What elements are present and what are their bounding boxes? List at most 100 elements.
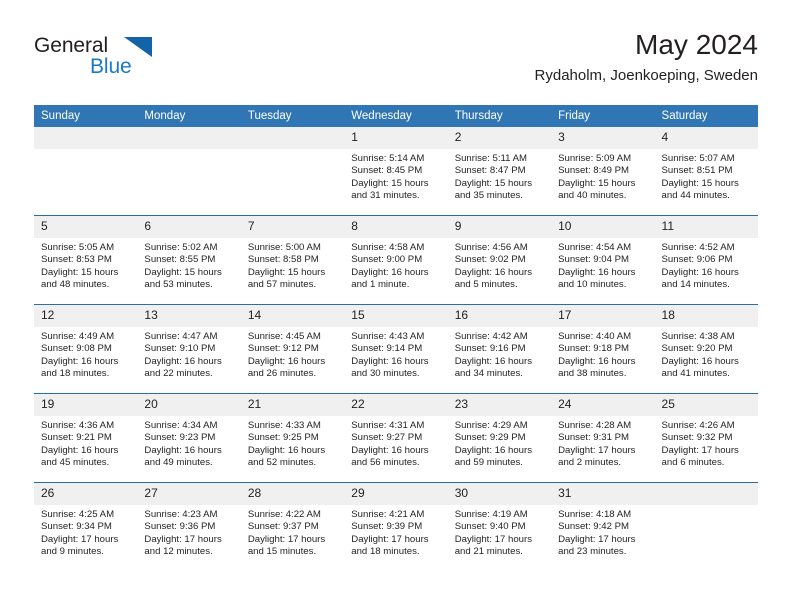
day-cell[interactable]: 3 Sunrise: 5:09 AM Sunset: 8:49 PM Daylight…: [551, 127, 655, 216]
sunset-text: Sunset: 9:27 PM: [351, 432, 423, 444]
brand-logo[interactable]: General Blue: [34, 34, 164, 90]
day-number: 25: [654, 394, 758, 416]
day-details: Sunrise: 5:02 AM Sunset: 8:55 PM Daylight:…: [137, 238, 240, 292]
day-number: 31: [551, 483, 655, 505]
day-cell[interactable]: 29 Sunrise: 4:21 AM Sunset: 9:39 PM Dayligh…: [344, 482, 448, 571]
sunrise-text: Sunrise: 5:11 AM: [454, 153, 528, 164]
day-cell-empty: [240, 127, 345, 216]
daylight-text: Daylight: 16 hours and 30 minutes.: [351, 355, 429, 380]
calendar-week-row: 12 Sunrise: 4:49 AM Sunset: 9:08 PM Dayligh…: [34, 304, 758, 394]
sunrise-text: Sunrise: 4:33 AM: [247, 420, 321, 431]
daylight-text: Daylight: 16 hours and 10 minutes.: [558, 266, 636, 291]
day-cell[interactable]: 30 Sunrise: 4:19 AM Sunset: 9:40 PM Dayligh…: [447, 482, 552, 571]
day-cell[interactable]: 4 Sunrise: 5:07 AM Sunset: 8:51 PM Daylight…: [654, 127, 758, 216]
sunset-text: Sunset: 8:45 PM: [351, 165, 423, 177]
day-cell-inner: 31 Sunrise: 4:18 AM Sunset: 9:42 PM Dayligh…: [551, 483, 655, 571]
sunset-text: Sunset: 9:25 PM: [247, 432, 319, 444]
daylight-text: Daylight: 16 hours and 22 minutes.: [144, 355, 222, 380]
day-details: Sunrise: 5:05 AM Sunset: 8:53 PM Daylight:…: [34, 238, 137, 292]
sunrise-text: Sunrise: 4:23 AM: [144, 509, 218, 520]
day-cell[interactable]: 19 Sunrise: 4:36 AM Sunset: 9:21 PM Dayligh…: [34, 393, 138, 483]
day-number: 27: [137, 483, 241, 505]
day-cell[interactable]: 25 Sunrise: 4:26 AM Sunset: 9:32 PM Dayligh…: [654, 393, 758, 483]
sunset-text: Sunset: 9:20 PM: [661, 343, 733, 355]
day-cell[interactable]: 5 Sunrise: 5:05 AM Sunset: 8:53 PM Daylight…: [34, 215, 138, 305]
sunrise-text: Sunrise: 5:07 AM: [661, 153, 735, 164]
page-header: General Blue May 2024 Rydaholm, Joenkoep…: [34, 28, 758, 98]
daylight-text: Daylight: 15 hours and 57 minutes.: [247, 266, 326, 291]
day-details: Sunrise: 4:34 AM Sunset: 9:23 PM Daylight:…: [137, 416, 240, 470]
day-cell[interactable]: 22 Sunrise: 4:31 AM Sunset: 9:27 PM Dayligh…: [344, 393, 448, 483]
day-cell-empty: [654, 482, 758, 571]
day-cell[interactable]: 2 Sunrise: 5:11 AM Sunset: 8:47 PM Daylight…: [447, 127, 552, 216]
day-cell[interactable]: 17 Sunrise: 4:40 AM Sunset: 9:18 PM Dayligh…: [551, 304, 655, 394]
day-details: Sunrise: 4:43 AM Sunset: 9:14 PM Daylight:…: [344, 327, 447, 381]
day-cell-inner: 26 Sunrise: 4:25 AM Sunset: 9:34 PM Dayligh…: [34, 483, 138, 571]
sunrise-text: Sunrise: 4:49 AM: [41, 331, 115, 342]
daylight-text: Daylight: 16 hours and 45 minutes.: [41, 444, 119, 469]
day-cell-inner: 12 Sunrise: 4:49 AM Sunset: 9:08 PM Dayligh…: [34, 305, 138, 393]
daylight-text: Daylight: 17 hours and 2 minutes.: [558, 444, 636, 469]
day-cell-inner: [240, 127, 345, 215]
day-cell[interactable]: 9 Sunrise: 4:56 AM Sunset: 9:02 PM Daylight…: [447, 215, 552, 305]
day-cell[interactable]: 1 Sunrise: 5:14 AM Sunset: 8:45 PM Daylight…: [344, 127, 448, 216]
day-details: Sunrise: 4:26 AM Sunset: 9:32 PM Daylight:…: [655, 416, 758, 470]
day-cell[interactable]: 16 Sunrise: 4:42 AM Sunset: 9:16 PM Dayligh…: [447, 304, 552, 394]
day-cell[interactable]: 21 Sunrise: 4:33 AM Sunset: 9:25 PM Dayligh…: [240, 393, 345, 483]
day-details: Sunrise: 4:25 AM Sunset: 9:34 PM Daylight:…: [34, 505, 137, 559]
day-number: [137, 127, 241, 149]
daylight-text: Daylight: 16 hours and 52 minutes.: [247, 444, 326, 469]
day-number: [240, 127, 345, 149]
day-number: 18: [654, 305, 758, 327]
sunrise-text: Sunrise: 4:22 AM: [247, 509, 321, 520]
day-cell[interactable]: 23 Sunrise: 4:29 AM Sunset: 9:29 PM Dayligh…: [447, 393, 552, 483]
day-number: 9: [447, 216, 552, 238]
day-details: Sunrise: 5:09 AM Sunset: 8:49 PM Daylight:…: [551, 149, 654, 203]
day-details: Sunrise: 4:29 AM Sunset: 9:29 PM Daylight:…: [448, 416, 551, 470]
day-cell-inner: 8 Sunrise: 4:58 AM Sunset: 9:00 PM Daylight…: [344, 216, 448, 304]
day-cell-inner: 2 Sunrise: 5:11 AM Sunset: 8:47 PM Daylight…: [447, 127, 552, 215]
day-number: 7: [240, 216, 345, 238]
sunrise-text: Sunrise: 5:02 AM: [144, 242, 218, 253]
sunset-text: Sunset: 9:10 PM: [144, 343, 216, 355]
calendar-week-row: 26 Sunrise: 4:25 AM Sunset: 9:34 PM Dayligh…: [34, 482, 758, 571]
day-details: Sunrise: 5:11 AM Sunset: 8:47 PM Daylight:…: [448, 149, 551, 203]
sunset-text: Sunset: 9:23 PM: [144, 432, 216, 444]
day-cell[interactable]: 10 Sunrise: 4:54 AM Sunset: 9:04 PM Dayligh…: [551, 215, 655, 305]
day-cell[interactable]: 13 Sunrise: 4:47 AM Sunset: 9:10 PM Dayligh…: [137, 304, 241, 394]
day-cell[interactable]: 14 Sunrise: 4:45 AM Sunset: 9:12 PM Dayligh…: [240, 304, 345, 394]
day-cell[interactable]: 26 Sunrise: 4:25 AM Sunset: 9:34 PM Dayligh…: [34, 482, 138, 571]
day-cell-inner: 11 Sunrise: 4:52 AM Sunset: 9:06 PM Dayligh…: [654, 216, 758, 304]
day-cell[interactable]: 31 Sunrise: 4:18 AM Sunset: 9:42 PM Dayligh…: [551, 482, 655, 571]
day-details: Sunrise: 4:28 AM Sunset: 9:31 PM Daylight:…: [551, 416, 654, 470]
day-cell[interactable]: 11 Sunrise: 4:52 AM Sunset: 9:06 PM Dayligh…: [654, 215, 758, 305]
calendar-week-row: 19 Sunrise: 4:36 AM Sunset: 9:21 PM Dayligh…: [34, 393, 758, 483]
day-details: Sunrise: 5:00 AM Sunset: 8:58 PM Daylight:…: [241, 238, 344, 292]
day-details: Sunrise: 4:45 AM Sunset: 9:12 PM Daylight:…: [241, 327, 344, 381]
day-details: Sunrise: 4:58 AM Sunset: 9:00 PM Daylight:…: [344, 238, 447, 292]
day-cell-inner: 5 Sunrise: 5:05 AM Sunset: 8:53 PM Daylight…: [34, 216, 138, 304]
day-details: Sunrise: 4:18 AM Sunset: 9:42 PM Daylight:…: [551, 505, 654, 559]
day-cell[interactable]: 8 Sunrise: 4:58 AM Sunset: 9:00 PM Daylight…: [344, 215, 448, 305]
day-cell-inner: [137, 127, 241, 215]
daylight-text: Daylight: 16 hours and 34 minutes.: [454, 355, 533, 380]
day-cell[interactable]: 20 Sunrise: 4:34 AM Sunset: 9:23 PM Dayligh…: [137, 393, 241, 483]
sunset-text: Sunset: 9:34 PM: [41, 521, 112, 533]
day-details: Sunrise: 4:38 AM Sunset: 9:20 PM Daylight:…: [655, 327, 758, 381]
day-number: 26: [34, 483, 138, 505]
day-number: 2: [447, 127, 552, 149]
daylight-text: Daylight: 15 hours and 44 minutes.: [661, 177, 739, 202]
day-cell[interactable]: 7 Sunrise: 5:00 AM Sunset: 8:58 PM Daylight…: [240, 215, 345, 305]
day-cell[interactable]: 24 Sunrise: 4:28 AM Sunset: 9:31 PM Dayligh…: [551, 393, 655, 483]
day-cell[interactable]: 28 Sunrise: 4:22 AM Sunset: 9:37 PM Dayligh…: [240, 482, 345, 571]
sunset-text: Sunset: 9:39 PM: [351, 521, 423, 533]
sunrise-text: Sunrise: 4:36 AM: [41, 420, 115, 431]
day-cell[interactable]: 27 Sunrise: 4:23 AM Sunset: 9:36 PM Dayligh…: [137, 482, 241, 571]
day-cell[interactable]: 15 Sunrise: 4:43 AM Sunset: 9:14 PM Dayligh…: [344, 304, 448, 394]
day-cell[interactable]: 12 Sunrise: 4:49 AM Sunset: 9:08 PM Dayligh…: [34, 304, 138, 394]
day-cell[interactable]: 18 Sunrise: 4:38 AM Sunset: 9:20 PM Dayligh…: [654, 304, 758, 394]
day-cell[interactable]: 6 Sunrise: 5:02 AM Sunset: 8:55 PM Daylight…: [137, 215, 241, 305]
daylight-text: Daylight: 15 hours and 31 minutes.: [351, 177, 429, 202]
sunrise-text: Sunrise: 5:00 AM: [247, 242, 321, 253]
day-number: 3: [551, 127, 655, 149]
